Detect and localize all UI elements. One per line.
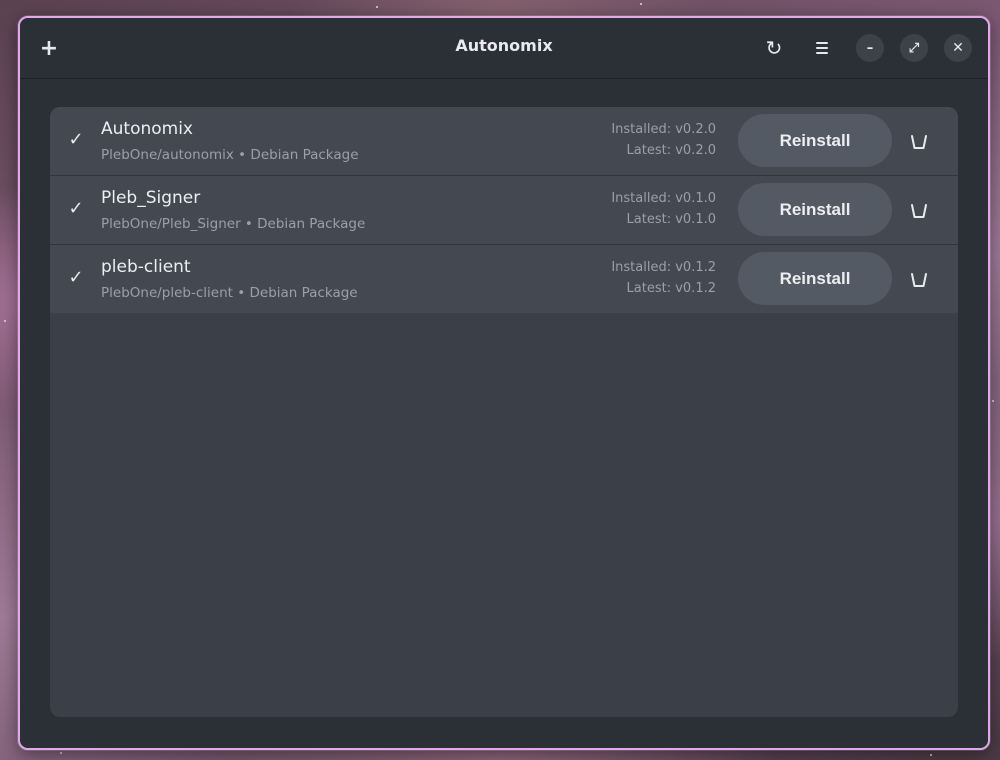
latest-version: Latest: v0.1.0 — [626, 212, 716, 227]
list-item-pleb-signer: ✓ Pleb_Signer PlebOne/Pleb_Signer • Debi… — [50, 175, 958, 244]
minimize-icon: – — [866, 40, 874, 56]
latest-version: Latest: v0.1.2 — [626, 281, 716, 296]
trash-icon[interactable] — [906, 267, 932, 293]
main-content: ✓ Autonomix PlebOne/autonomix • Debian P… — [20, 79, 988, 748]
close-button[interactable]: ✕ — [944, 34, 972, 62]
trash-icon[interactable] — [906, 198, 932, 224]
reinstall-button[interactable]: Reinstall — [738, 183, 892, 236]
minimize-button[interactable]: – — [856, 34, 884, 62]
list-item-autonomix: ✓ Autonomix PlebOne/autonomix • Debian P… — [50, 107, 958, 175]
check-icon: ✓ — [68, 129, 84, 150]
maximize-button[interactable]: ⤢ — [900, 34, 928, 62]
menu-icon — [816, 42, 828, 54]
app-name: Autonomix — [101, 119, 193, 139]
header-bar: + Autonomix ↻ – ⤢ ✕ — [20, 18, 988, 79]
main-menu-button[interactable] — [808, 34, 836, 62]
installed-version: Installed: v0.2.0 — [611, 122, 716, 137]
latest-version: Latest: v0.2.0 — [626, 143, 716, 158]
check-icon: ✓ — [68, 198, 84, 219]
app-subtitle: PlebOne/pleb-client • Debian Package — [101, 285, 358, 301]
maximize-icon: ⤢ — [908, 40, 920, 56]
trash-icon[interactable] — [906, 129, 932, 155]
app-name: Pleb_Signer — [101, 188, 201, 208]
reinstall-button[interactable]: Reinstall — [738, 114, 892, 167]
refresh-icon: ↻ — [765, 36, 783, 60]
app-subtitle: PlebOne/autonomix • Debian Package — [101, 147, 359, 163]
app-name: pleb-client — [101, 257, 191, 277]
list-item-pleb-client: ✓ pleb-client PlebOne/pleb-client • Debi… — [50, 244, 958, 313]
check-icon: ✓ — [68, 267, 84, 288]
app-subtitle: PlebOne/Pleb_Signer • Debian Package — [101, 216, 366, 232]
refresh-button[interactable]: ↻ — [760, 34, 788, 62]
installed-version: Installed: v0.1.2 — [611, 260, 716, 275]
window-title: Autonomix — [455, 36, 553, 55]
app-list: ✓ Autonomix PlebOne/autonomix • Debian P… — [50, 107, 958, 717]
app-window: + Autonomix ↻ – ⤢ ✕ ✓ Autonomix PlebOne/… — [18, 16, 990, 750]
reinstall-button[interactable]: Reinstall — [738, 252, 892, 305]
installed-version: Installed: v0.1.0 — [611, 191, 716, 206]
close-icon: ✕ — [952, 40, 964, 56]
